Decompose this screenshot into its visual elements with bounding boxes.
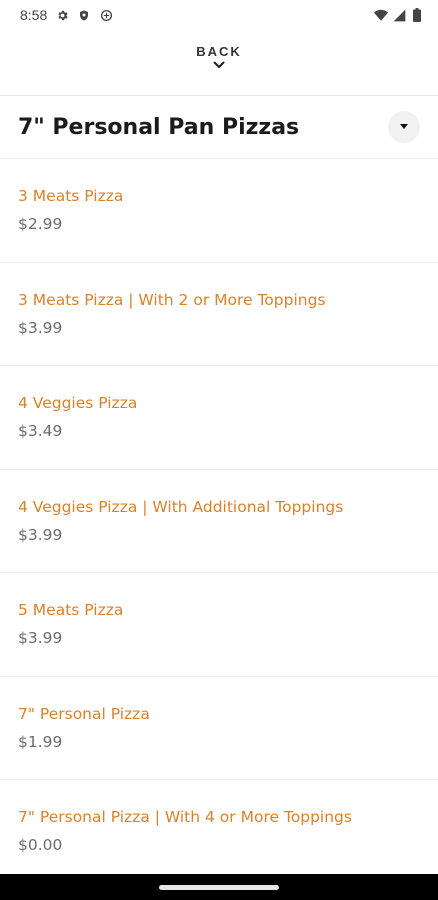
system-nav-bar <box>0 874 438 900</box>
menu-item-name: 7" Personal Pizza | With 4 or More Toppi… <box>18 808 352 826</box>
menu-item[interactable]: 7" Personal Pizza $1.99 <box>0 675 438 780</box>
menu-item[interactable]: 4 Veggies Pizza | With Additional Toppin… <box>0 468 438 573</box>
sync-icon <box>99 8 113 22</box>
status-bar: 8:58 <box>0 0 438 30</box>
menu-item[interactable]: 7" Personal Pizza | With 4 or More Toppi… <box>0 779 438 883</box>
menu-item-name: 4 Veggies Pizza <box>18 394 138 412</box>
menu-item-price: $2.99 <box>18 215 63 233</box>
menu-item-price: $3.99 <box>18 629 63 647</box>
menu-item-price: $3.49 <box>18 422 63 440</box>
menu-item-price: $0.00 <box>18 836 63 854</box>
back-button[interactable]: BACK <box>0 44 438 69</box>
section-title: 7" Personal Pan Pizzas <box>18 114 300 140</box>
status-left: 8:58 <box>20 7 113 23</box>
menu-item-list: 3 Meats Pizza $2.99 3 Meats Pizza | With… <box>0 158 438 883</box>
signal-icon <box>392 8 406 22</box>
menu-item[interactable]: 3 Meats Pizza $2.99 <box>0 158 438 262</box>
menu-item-name: 3 Meats Pizza <box>18 187 124 205</box>
caret-down-icon <box>400 124 408 129</box>
menu-item-price: $3.99 <box>18 525 63 544</box>
chevron-down-icon <box>213 61 225 69</box>
menu-item-price: $1.99 <box>18 732 63 751</box>
section-collapse-button[interactable] <box>388 111 420 143</box>
menu-item-name: 4 Veggies Pizza | With Additional Toppin… <box>18 497 344 516</box>
menu-item[interactable]: 5 Meats Pizza $3.99 <box>0 572 438 676</box>
menu-item-name: 7" Personal Pizza <box>18 704 150 723</box>
battery-icon <box>410 8 424 22</box>
shield-icon <box>77 8 91 22</box>
menu-item-name: 3 Meats Pizza | With 2 or More Toppings <box>18 290 326 309</box>
menu-item[interactable]: 3 Meats Pizza | With 2 or More Toppings … <box>0 261 438 366</box>
status-right <box>374 8 424 22</box>
section-header: 7" Personal Pan Pizzas <box>0 96 438 158</box>
wifi-icon <box>374 8 388 22</box>
menu-item-name: 5 Meats Pizza <box>18 601 124 619</box>
menu-item-price: $3.99 <box>18 318 63 337</box>
gear-icon <box>55 8 69 22</box>
menu-item[interactable]: 4 Veggies Pizza $3.49 <box>0 365 438 469</box>
status-time: 8:58 <box>20 7 48 23</box>
back-label: BACK <box>196 44 242 59</box>
home-gesture-handle[interactable] <box>159 884 279 890</box>
